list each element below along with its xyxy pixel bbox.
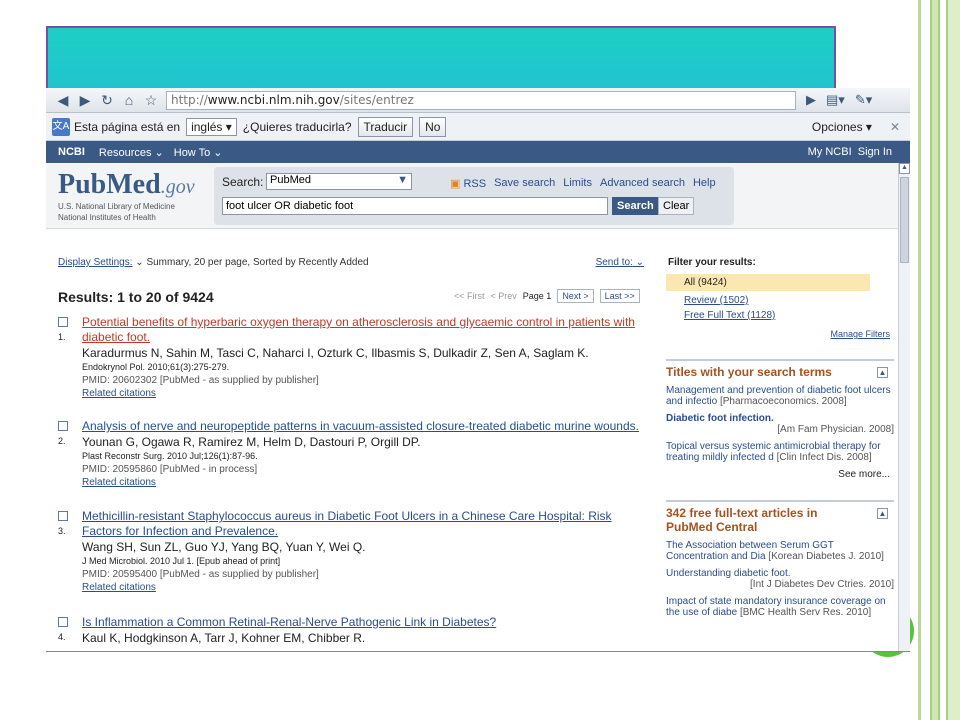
- filter-free-full-text[interactable]: Free Full Text (1128): [666, 306, 894, 321]
- language-select[interactable]: inglés ▾: [186, 117, 237, 136]
- wrench-icon[interactable]: ✎▾: [855, 92, 872, 108]
- collapse-icon[interactable]: ▲: [877, 508, 888, 519]
- reload-icon[interactable]: ↻: [96, 92, 118, 109]
- limits-link[interactable]: Limits: [563, 177, 592, 190]
- save-search-link[interactable]: Save search: [494, 177, 555, 190]
- play-icon[interactable]: ▶: [806, 92, 816, 108]
- options-menu[interactable]: Opciones ▾: [812, 120, 872, 134]
- resources-menu[interactable]: Resources ⌄: [99, 146, 164, 159]
- result-item: 2. Analysis of nerve and neuropeptide pa…: [58, 419, 648, 489]
- result-title-link[interactable]: Analysis of nerve and neuropeptide patte…: [82, 419, 648, 434]
- no-translate-button[interactable]: No: [419, 116, 447, 137]
- result-title-link[interactable]: Potential benefits of hyperbaric oxygen …: [82, 315, 648, 345]
- pubmed-logo[interactable]: PubMed.gov: [58, 169, 195, 201]
- ncbi-logo[interactable]: NCBI: [58, 146, 85, 158]
- my-ncbi-link[interactable]: My NCBI: [808, 146, 852, 158]
- see-more-link[interactable]: See more...: [666, 469, 894, 480]
- back-arrow-icon[interactable]: ◀: [52, 92, 74, 109]
- database-select[interactable]: PubMed ▼: [266, 173, 412, 190]
- clear-button[interactable]: Clear: [658, 197, 695, 215]
- pmc-box: 342 free full-text articles in PubMed Ce…: [666, 500, 894, 618]
- filter-review[interactable]: Review (1502): [666, 291, 894, 306]
- related-citations-link[interactable]: Related citations: [82, 476, 648, 489]
- translate-button[interactable]: Traducir: [357, 116, 414, 137]
- send-to-link[interactable]: Send to: ⌄: [596, 257, 644, 268]
- next-page-button[interactable]: Next >: [557, 289, 594, 303]
- search-input[interactable]: foot ulcer OR diabetic foot: [222, 197, 608, 215]
- first-page-link[interactable]: << First: [454, 291, 485, 301]
- result-item: 4. Is Inflammation a Common Retinal-Rena…: [58, 615, 648, 646]
- rss-link[interactable]: ▣ RSS: [450, 177, 486, 190]
- manage-filters-link[interactable]: Manage Filters: [666, 329, 894, 339]
- filter-heading: Filter your results:: [668, 257, 756, 268]
- titles-box: Titles with your search terms ▲ Manageme…: [666, 359, 894, 480]
- last-page-button[interactable]: Last >>: [599, 289, 640, 303]
- result-checkbox[interactable]: [58, 421, 68, 431]
- collapse-icon[interactable]: ▲: [877, 367, 888, 378]
- search-panel: Search: PubMed ▼ ▣ RSS Save search Limits…: [214, 167, 734, 225]
- url-bar[interactable]: http://www.ncbi.nlm.nih.gov/sites/entrez: [166, 90, 796, 110]
- translate-bar: 文A Esta página está en inglés ▾ ¿Quieres…: [46, 113, 910, 141]
- browser-nav-bar: ◀ ▶ ↻ ⌂ ☆ http://www.ncbi.nlm.nih.gov/si…: [46, 88, 910, 113]
- pager: << First < Prev Page 1 Next > Last >>: [454, 289, 640, 303]
- list-item[interactable]: Topical versus systemic antimicrobial th…: [666, 441, 894, 463]
- result-item: 3. Methicillin-resistant Staphylococcus …: [58, 509, 648, 594]
- scroll-up-icon[interactable]: ▲: [899, 163, 910, 174]
- home-icon[interactable]: ⌂: [118, 92, 140, 108]
- related-citations-link[interactable]: Related citations: [82, 581, 648, 594]
- result-checkbox[interactable]: [58, 617, 68, 627]
- star-icon[interactable]: ☆: [140, 92, 162, 109]
- search-button[interactable]: Search: [612, 197, 659, 215]
- results-main: Display Settings: ⌄ Summary, 20 per page…: [46, 253, 658, 651]
- result-checkbox[interactable]: [58, 317, 68, 327]
- result-checkbox[interactable]: [58, 511, 68, 521]
- scrollbar[interactable]: ▲: [898, 163, 910, 651]
- filter-all[interactable]: All (9424): [666, 274, 870, 291]
- slide-decoration-stripes: [918, 0, 960, 720]
- display-settings-link[interactable]: Display Settings:: [58, 257, 132, 268]
- list-item[interactable]: Management and prevention of diabetic fo…: [666, 385, 894, 407]
- related-citations-link[interactable]: Related citations: [82, 387, 648, 400]
- result-title-link[interactable]: Methicillin-resistant Staphylococcus aur…: [82, 509, 648, 539]
- page-menu-icon[interactable]: ▤▾: [826, 92, 845, 108]
- results-count: Results: 1 to 20 of 9424: [58, 289, 214, 305]
- display-settings-bar: Display Settings: ⌄ Summary, 20 per page…: [58, 257, 644, 268]
- close-icon[interactable]: ✕: [890, 120, 900, 134]
- scroll-thumb[interactable]: [900, 177, 909, 263]
- prev-page-link[interactable]: < Prev: [491, 291, 517, 301]
- list-item[interactable]: Impact of state mandatory insurance cove…: [666, 596, 894, 618]
- list-item[interactable]: Understanding diabetic foot. [Int J Diabe…: [666, 568, 894, 590]
- list-item[interactable]: The Association between Serum GGT Concen…: [666, 540, 894, 562]
- advanced-search-link[interactable]: Advanced search: [600, 177, 685, 190]
- current-page: Page 1: [522, 291, 552, 301]
- result-item: 1. Potential benefits of hyperbaric oxyg…: [58, 315, 648, 400]
- help-link[interactable]: Help: [693, 177, 716, 190]
- list-item[interactable]: Diabetic foot infection. [Am Fam Physicia…: [666, 413, 894, 435]
- howto-menu[interactable]: How To ⌄: [174, 146, 223, 159]
- browser-screenshot: ◀ ▶ ↻ ⌂ ☆ http://www.ncbi.nlm.nih.gov/si…: [46, 88, 910, 652]
- pubmed-header: PubMed.gov U.S. National Library of Medi…: [46, 163, 910, 229]
- result-title-link[interactable]: Is Inflammation a Common Retinal-Renal-N…: [82, 615, 648, 630]
- forward-arrow-icon[interactable]: ▶: [74, 92, 96, 109]
- ncbi-bar: NCBI Resources ⌄ How To ⌄ My NCBI Sign I…: [46, 141, 910, 163]
- chevron-down-icon[interactable]: ⌄: [135, 257, 143, 268]
- sign-in-link[interactable]: Sign In: [858, 146, 892, 158]
- translate-icon: 文A: [52, 117, 70, 136]
- sidebar: Filter your results: All (9424) Review (…: [666, 253, 894, 651]
